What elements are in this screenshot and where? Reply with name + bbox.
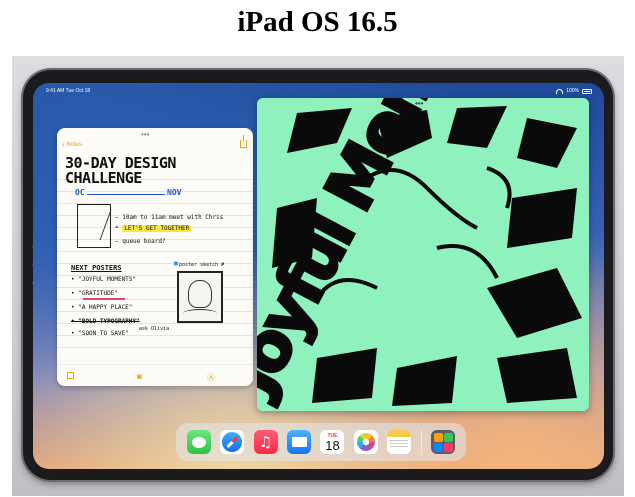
list-item-struck: • "BOLD TYPOGRAPHY" bbox=[71, 318, 140, 325]
poster-sketch-label: poster sketch # bbox=[179, 262, 225, 268]
dock-divider bbox=[420, 430, 422, 454]
pink-underline bbox=[83, 298, 125, 300]
wifi-icon bbox=[556, 88, 564, 94]
checklist-icon[interactable] bbox=[67, 372, 74, 379]
calendar-app-icon[interactable]: TUE 18 bbox=[320, 430, 345, 454]
dock: ♫ TUE 18 bbox=[176, 423, 466, 461]
markup-icon[interactable]: Ⓐ bbox=[207, 372, 215, 383]
poster-sketch-drawing bbox=[177, 271, 223, 323]
multitasking-handle-icon[interactable]: ••• bbox=[141, 130, 149, 139]
chevron-left-icon: ‹ bbox=[62, 140, 65, 149]
notes-toolbar: ◙ Ⓐ bbox=[57, 364, 253, 386]
month-divider bbox=[87, 194, 165, 195]
star-icon: ✱ bbox=[173, 261, 179, 268]
ipad-screen: 9:41 AM Tue Oct 18 100% ••• ‹ Notes 30-D… bbox=[33, 83, 604, 469]
suggested-app-tile bbox=[433, 442, 443, 452]
share-icon[interactable] bbox=[240, 135, 247, 148]
highlight-text: LET'S GET TOGETHER bbox=[122, 225, 192, 232]
notes-back-button[interactable]: ‹ Notes bbox=[62, 140, 82, 149]
note-title[interactable]: 30-DAY DESIGN CHALLENGE bbox=[65, 156, 176, 186]
mail-app-icon[interactable] bbox=[287, 430, 312, 454]
camera-icon[interactable]: ◙ bbox=[137, 372, 142, 381]
list-item: • "SOON TO SAVE" bbox=[71, 330, 129, 337]
status-indicators: 100% bbox=[556, 88, 592, 94]
note-title-line2: CHALLENGE bbox=[65, 169, 142, 187]
sketch-drawing bbox=[77, 204, 111, 248]
app-library-icon[interactable] bbox=[431, 430, 456, 454]
page-title: iPad OS 16.5 bbox=[237, 6, 398, 38]
note-item-highlighted: * LET'S GET TOGETHER bbox=[115, 225, 192, 232]
list-item: • "A HAPPY PLACE" bbox=[71, 304, 133, 311]
note-item: — queue board? bbox=[115, 238, 166, 245]
back-label: Notes bbox=[66, 142, 83, 148]
month-oct: OC bbox=[75, 188, 85, 197]
suggested-app-tile bbox=[443, 432, 453, 442]
suggested-app-tile bbox=[443, 442, 453, 452]
notes-app-icon[interactable] bbox=[387, 430, 412, 454]
music-app-icon[interactable]: ♫ bbox=[253, 430, 278, 454]
artwork-window[interactable]: ••• Joyful Moment bbox=[257, 98, 589, 411]
month-nov: NOV bbox=[167, 188, 182, 197]
suggested-app-tile bbox=[433, 432, 443, 442]
lettering-artwork: Joyful Moment bbox=[257, 98, 582, 411]
list-item: • "JOYFUL MOMENTS" bbox=[71, 276, 137, 283]
next-posters-heading: NEXT POSTERS bbox=[71, 264, 122, 272]
calendar-date: 18 bbox=[325, 437, 340, 453]
messages-app-icon[interactable] bbox=[186, 430, 211, 454]
status-bar: 9:41 AM Tue Oct 18 100% bbox=[33, 83, 604, 97]
status-time: 9:41 AM Tue Oct 18 bbox=[46, 88, 91, 94]
notes-window[interactable]: ••• ‹ Notes 30-DAY DESIGN CHALLENGE OC N… bbox=[57, 128, 253, 386]
list-item: • "GRATITUDE" bbox=[71, 290, 118, 297]
safari-app-icon[interactable] bbox=[220, 430, 245, 454]
photos-app-icon[interactable] bbox=[353, 430, 378, 454]
battery-icon bbox=[582, 88, 592, 94]
battery-percent: 100% bbox=[566, 88, 579, 94]
ask-olivia-note: ask Olivia bbox=[139, 326, 170, 332]
multitasking-handle-icon[interactable]: ••• bbox=[415, 99, 423, 108]
note-item: — 10am to 11am meet with Chris bbox=[115, 214, 224, 221]
